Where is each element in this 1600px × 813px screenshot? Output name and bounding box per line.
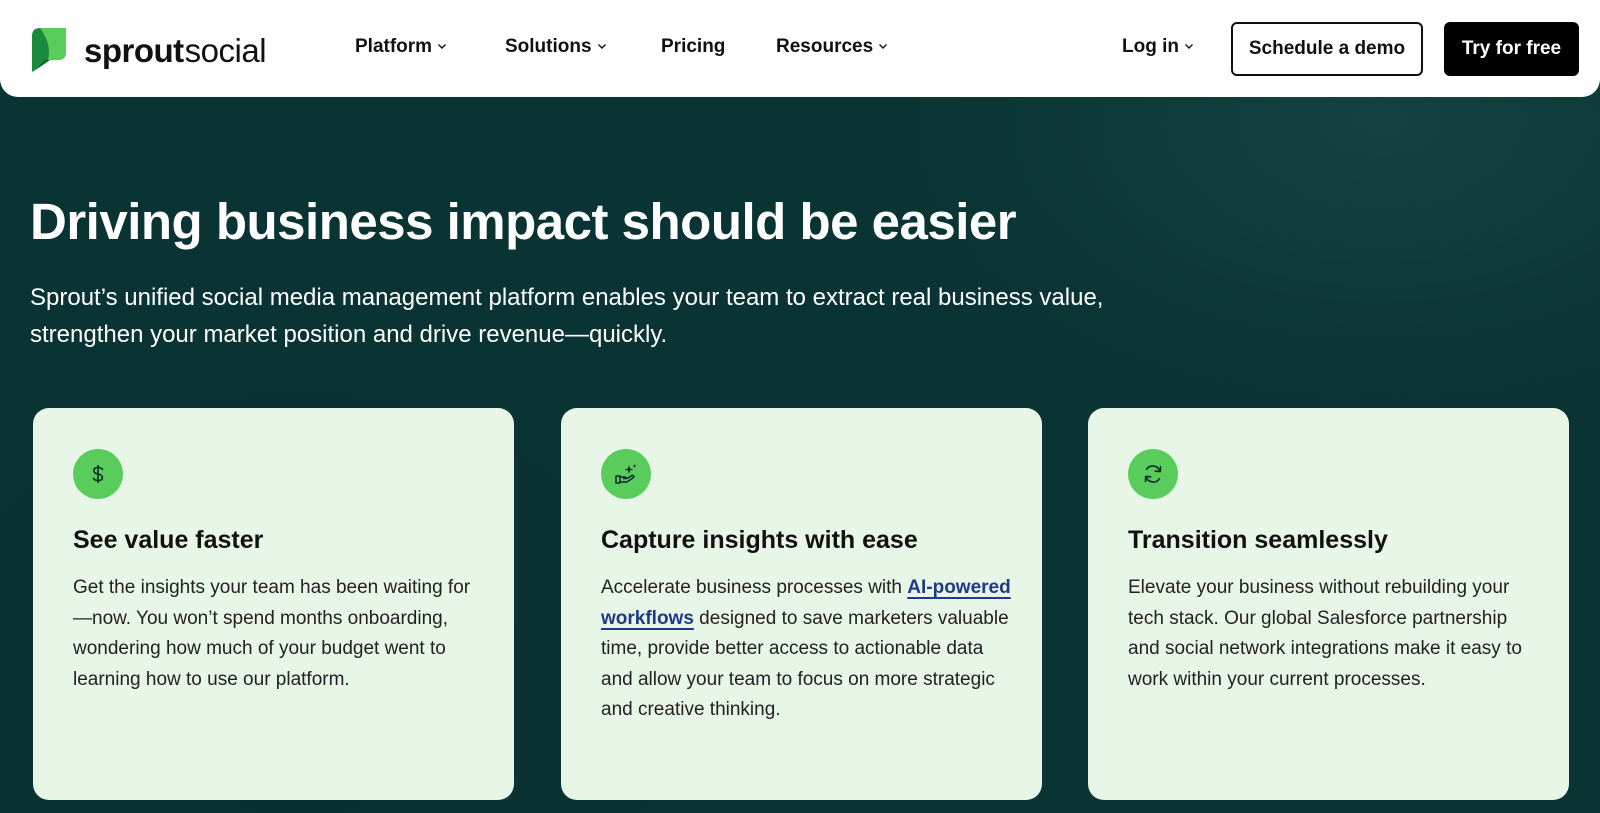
card-body: Get the insights your team has been wait… bbox=[73, 577, 471, 690]
dollar-icon bbox=[73, 449, 123, 499]
hand-sparkle-icon bbox=[601, 449, 651, 499]
card-title: Capture insights with ease bbox=[601, 526, 918, 554]
feature-card-transition: Transition seamlessly Elevate your busin… bbox=[1088, 408, 1569, 800]
login-label: Log in bbox=[1122, 36, 1179, 57]
chevron-down-icon bbox=[879, 44, 888, 49]
hero-title: Driving business impact should be easier bbox=[30, 193, 1017, 250]
chevron-down-icon bbox=[597, 44, 606, 49]
schedule-demo-button[interactable]: Schedule a demo bbox=[1231, 22, 1423, 76]
card-body: Accelerate business processes with AI-po… bbox=[601, 573, 1011, 726]
chevron-down-icon bbox=[1184, 44, 1193, 49]
nav-item-pricing[interactable]: Pricing bbox=[661, 36, 725, 58]
nav-item-platform[interactable]: Platform bbox=[355, 36, 447, 58]
nav-item-resources[interactable]: Resources bbox=[776, 36, 888, 58]
login-menu[interactable]: Log in bbox=[1122, 36, 1194, 58]
feature-card-insights: Capture insights with ease Accelerate bu… bbox=[561, 408, 1042, 800]
nav-item-label: Solutions bbox=[505, 36, 592, 57]
card-title: See value faster bbox=[73, 526, 264, 554]
nav-item-solutions[interactable]: Solutions bbox=[505, 36, 607, 58]
try-for-free-button[interactable]: Try for free bbox=[1444, 22, 1579, 76]
card-title: Transition seamlessly bbox=[1128, 526, 1388, 554]
card-body: Elevate your business without rebuilding… bbox=[1128, 577, 1522, 690]
refresh-icon bbox=[1128, 449, 1178, 499]
hero-subtitle: Sprout’s unified social media management… bbox=[30, 284, 1104, 348]
card-body-before-link: Accelerate business processes with bbox=[601, 577, 908, 598]
nav-item-label: Platform bbox=[355, 36, 433, 57]
site-header: sproutsocial Platform Solutions Pricing … bbox=[0, 0, 1600, 97]
nav-item-label: Pricing bbox=[661, 36, 726, 57]
nav-item-label: Resources bbox=[776, 36, 874, 57]
chevron-down-icon bbox=[438, 44, 447, 49]
feature-card-value: See value faster Get the insights your t… bbox=[33, 408, 514, 800]
